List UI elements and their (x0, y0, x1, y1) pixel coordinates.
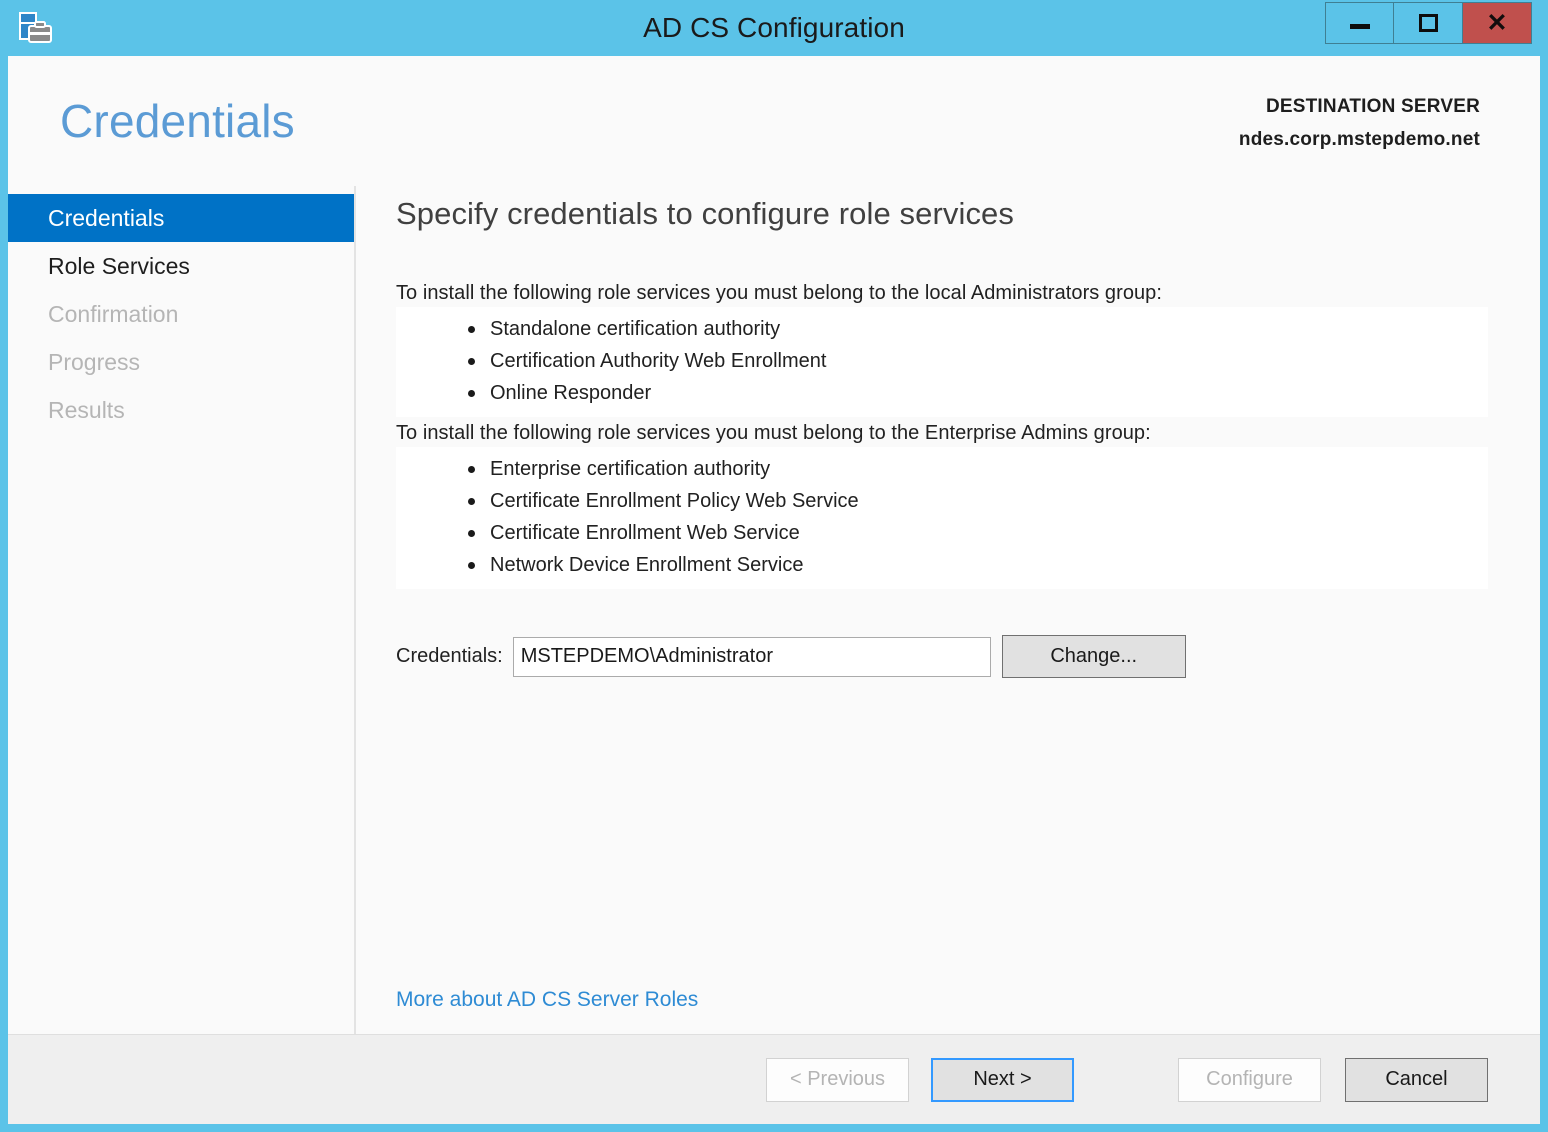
page-header: Credentials DESTINATION SERVER ndes.corp… (8, 56, 1540, 186)
list-item: Enterprise certification authority (468, 453, 1488, 485)
close-button[interactable]: ✕ (1463, 2, 1532, 44)
content-heading: Specify credentials to configure role se… (396, 196, 1014, 231)
maximize-button[interactable] (1394, 2, 1463, 44)
window-controls: ✕ (1325, 2, 1532, 44)
credentials-label: Credentials: (396, 645, 503, 667)
sidebar-item-progress: Progress (8, 338, 354, 386)
window-title: AD CS Configuration (643, 12, 905, 43)
list-item: Network Device Enrollment Service (468, 549, 1488, 581)
list-item: Standalone certification authority (468, 313, 1488, 345)
sidebar-item-results: Results (8, 386, 354, 434)
list-item: Online Responder (468, 377, 1488, 409)
local-admins-intro: To install the following role services y… (396, 282, 1162, 304)
server-toolbox-icon (16, 11, 58, 49)
page-title: Credentials (60, 95, 295, 147)
destination-server-block: DESTINATION SERVER ndes.corp.mstepdemo.n… (1239, 96, 1480, 151)
more-about-ad-cs-server-roles-link[interactable]: More about AD CS Server Roles (396, 988, 698, 1012)
list-item: Certificate Enrollment Web Service (468, 517, 1488, 549)
client-area: Credentials DESTINATION SERVER ndes.corp… (8, 56, 1540, 1124)
previous-button: < Previous (766, 1057, 909, 1102)
credentials-input[interactable] (512, 636, 991, 677)
sidebar-item-confirmation: Confirmation (8, 290, 354, 338)
main-content: Specify credentials to configure role se… (356, 186, 1540, 1034)
sidebar-item-label: Results (48, 397, 125, 423)
sidebar-item-label: Confirmation (48, 301, 179, 327)
sidebar-item-credentials[interactable]: Credentials (8, 194, 354, 242)
list-item: Certificate Enrollment Policy Web Servic… (468, 485, 1488, 517)
configure-button: Configure (1178, 1057, 1321, 1102)
cancel-button[interactable]: Cancel (1345, 1057, 1488, 1102)
minimize-icon (1349, 23, 1370, 29)
wizard-footer: < Previous Next > Configure Cancel (8, 1034, 1540, 1124)
title-bar: AD CS Configuration ✕ (0, 0, 1548, 56)
sidebar-item-label: Credentials (48, 205, 165, 231)
enterprise-admins-intro: To install the following role services y… (396, 422, 1151, 444)
minimize-button[interactable] (1325, 2, 1394, 44)
destination-server-label: DESTINATION SERVER (1265, 96, 1480, 117)
credentials-row: Credentials: Change... (396, 635, 1488, 678)
body-area: Credentials Role Services Confirmation P… (8, 186, 1540, 1034)
sidebar-item-label: Role Services (48, 253, 190, 279)
destination-server-name: ndes.corp.mstepdemo.net (1238, 129, 1480, 150)
maximize-icon (1418, 14, 1438, 32)
change-credentials-button[interactable]: Change... (1001, 635, 1186, 678)
enterprise-admins-service-list: Enterprise certification authority Certi… (396, 447, 1488, 589)
sidebar-item-role-services[interactable]: Role Services (8, 242, 354, 290)
list-item: Certification Authority Web Enrollment (468, 345, 1488, 377)
close-icon: ✕ (1486, 8, 1508, 37)
ad-cs-configuration-window: AD CS Configuration ✕ Credentials DESTIN… (0, 0, 1548, 1132)
local-admins-service-list: Standalone certification authority Certi… (396, 307, 1488, 417)
sidebar-item-label: Progress (48, 349, 141, 375)
next-button[interactable]: Next > (931, 1057, 1074, 1102)
wizard-nav-sidebar: Credentials Role Services Confirmation P… (8, 186, 356, 1034)
